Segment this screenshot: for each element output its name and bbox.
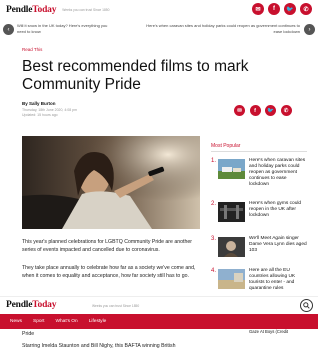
sticky-header: PendleToday Weeks you can trust Since 18… <box>0 296 318 314</box>
nav-item-news[interactable]: News <box>10 319 22 324</box>
email-icon[interactable]: ✉ <box>252 3 264 15</box>
facebook-icon[interactable]: f <box>268 3 280 15</box>
tagline: Weeks you can trust Since 1850 <box>62 8 110 12</box>
logo-text: Pendle <box>6 5 33 15</box>
popular-thumbnail <box>218 159 245 179</box>
logo-text: Pendle <box>6 300 33 310</box>
popular-item[interactable]: 2. Here's when gyms could reopen in the … <box>211 201 311 231</box>
chevron-right-icon[interactable]: › <box>304 24 315 35</box>
site-logo[interactable]: PendleToday <box>6 5 56 15</box>
news-ticker: ‹ Will it snow in the UK today? Here's e… <box>0 21 318 38</box>
article-paragraph: This year's planned celebrations for LGB… <box>22 239 192 254</box>
popular-thumbnail <box>218 202 245 222</box>
hero-image <box>22 136 200 229</box>
popular-rank: 2. <box>211 201 217 207</box>
search-icon <box>303 302 310 309</box>
popular-thumbnail <box>218 237 245 257</box>
facebook-share-icon[interactable]: f <box>249 105 261 116</box>
tagline: Weeks you can trust Since 1850 <box>92 304 140 308</box>
popular-headline: Here's when caravan sites and holiday pa… <box>249 158 306 187</box>
whatsapp-share-icon[interactable]: ✆ <box>280 105 292 116</box>
top-header: PendleToday Weeks you can trust Since 18… <box>0 0 318 20</box>
twitter-share-icon[interactable]: 🐦 <box>265 105 276 116</box>
article-subheading: Pride <box>22 331 35 337</box>
twitter-icon[interactable]: 🐦 <box>284 3 296 15</box>
whatsapp-icon[interactable]: ✆ <box>300 3 312 15</box>
nav-item-sport[interactable]: Sport <box>33 319 44 324</box>
article-paragraph: They take place annually to celebrate ho… <box>22 265 196 280</box>
popular-rank: 1. <box>211 158 217 164</box>
popular-rank: 4. <box>211 268 217 274</box>
logo-accent-text: Today <box>32 5 57 15</box>
most-popular-title: Most Popular <box>211 143 241 149</box>
updated-date: Updated: 15 hours ago <box>22 112 58 117</box>
nav-item-whats-on[interactable]: What's On <box>55 319 77 324</box>
nav-item-lifestyle[interactable]: Lifestyle <box>89 319 107 324</box>
search-button[interactable] <box>300 299 313 312</box>
article-kicker[interactable]: Read This <box>22 47 42 52</box>
sidebar-caption: Gaze At Boys (Credit <box>249 329 289 334</box>
popular-headline: Here are all the EU countries allowing U… <box>249 268 296 291</box>
social-links: ✉ f 🐦 ✆ <box>252 3 312 15</box>
ticker-item[interactable]: Here's when caravan sites and holiday pa… <box>137 23 300 34</box>
share-buttons: ✉ f 🐦 ✆ <box>234 105 292 116</box>
email-share-icon[interactable]: ✉ <box>234 105 245 116</box>
divider <box>211 151 307 152</box>
ticker-item[interactable]: Will it snow in the UK today? Here's eve… <box>17 23 117 34</box>
chevron-left-icon[interactable]: ‹ <box>3 24 14 35</box>
article-headline: Best recommended films to mark Community… <box>22 58 249 93</box>
article-paragraph: Starring Imelda Staunton and Bill Nighy,… <box>22 343 176 349</box>
popular-item[interactable]: 1. Here's when caravan sites and holiday… <box>211 158 311 188</box>
popular-headline: We'll Meet Again singer Dame Vera Lynn d… <box>249 236 307 253</box>
popular-thumbnail <box>218 269 245 289</box>
popular-item[interactable]: 4. Here are all the EU countries allowin… <box>211 268 311 298</box>
main-nav: News Sport What's On Lifestyle <box>0 314 318 329</box>
site-logo[interactable]: PendleToday <box>6 300 56 310</box>
popular-headline: Here's when gyms could reopen in the UK … <box>249 201 302 218</box>
dateline: Thursday, 18th June 2020, 4:08 pm Update… <box>22 108 77 118</box>
popular-item[interactable]: 3. We'll Meet Again singer Dame Vera Lyn… <box>211 236 311 266</box>
logo-accent-text: Today <box>32 300 57 310</box>
byline: By Sally Burton <box>22 101 56 106</box>
popular-rank: 3. <box>211 236 217 242</box>
